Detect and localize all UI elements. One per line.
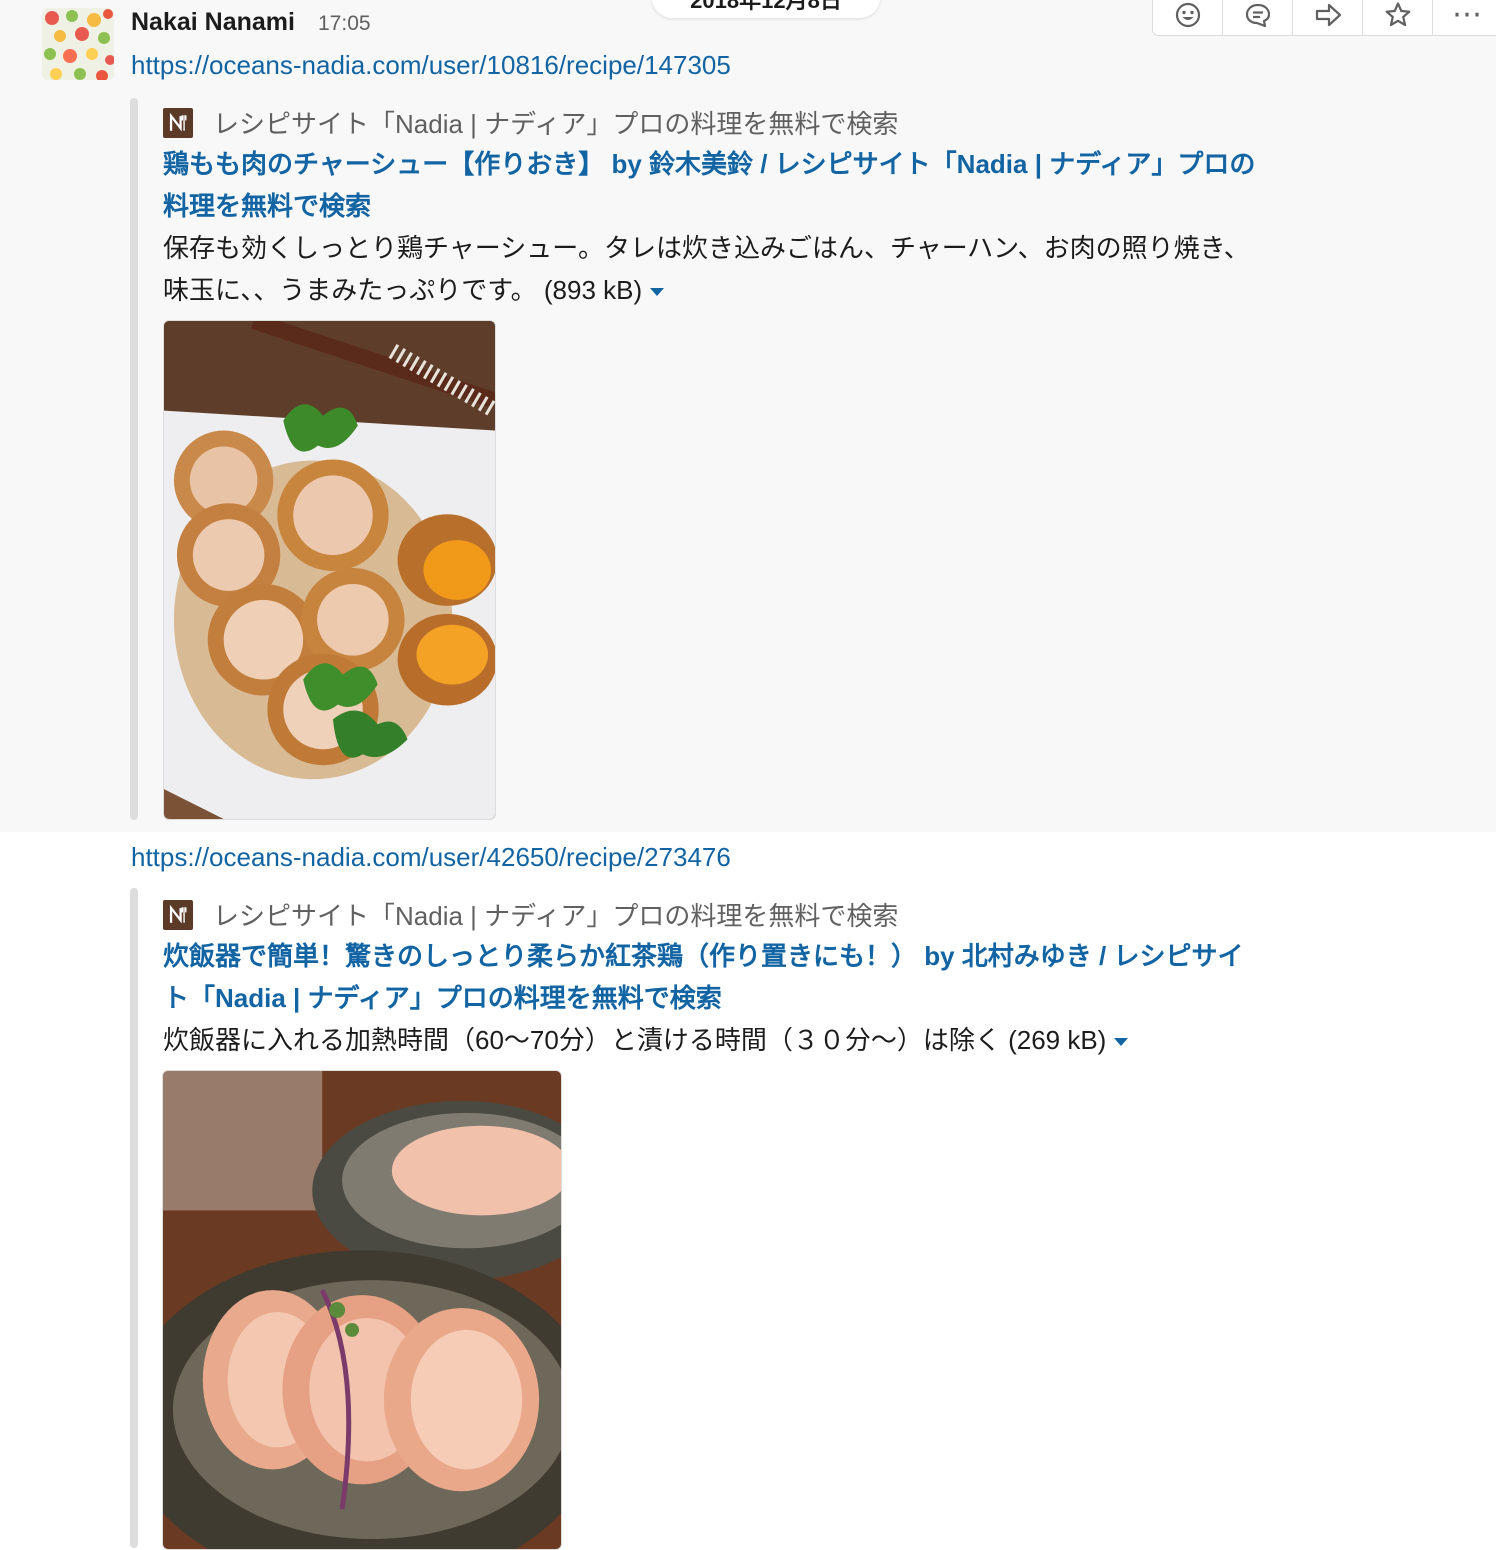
avatar[interactable] [42, 8, 114, 80]
expand-caret-icon[interactable] [1114, 1038, 1129, 1047]
service-name: レシピサイト「Nadia | ナディア」プロの料理を無料で検索 [213, 109, 899, 139]
share-message-button[interactable] [1293, 0, 1363, 35]
attachment-description: 保存も効くしっとり鶏チャーシュー。タレは炊き込みごはん、チャーハン、お肉の照り焼… [163, 227, 1263, 311]
attachment-border [130, 888, 138, 1548]
chicken-chashu-photo [164, 321, 495, 819]
expand-caret-icon[interactable] [650, 288, 665, 297]
file-size: (269 kB) [1008, 1025, 1107, 1055]
add-reaction-button[interactable] [1153, 0, 1223, 35]
attachment-title-link[interactable]: 炊飯器で簡単！驚きのしっとり柔らか紅茶鶏（作り置きにも！） by 北村みゆき /… [163, 935, 1263, 1019]
service-name: レシピサイト「Nadia | ナディア」プロの料理を無料で検索 [213, 901, 899, 931]
share-arrow-icon [1315, 3, 1341, 27]
attachment-description: 炊飯器に入れる加熱時間（60〜70分）と漬ける時間（３０分〜）は除く (269 … [163, 1019, 1263, 1061]
black-tea-chicken-photo [163, 1071, 561, 1549]
fruit-pattern-avatar-icon [42, 8, 114, 80]
message-actions-toolbar: ⋯ [1152, 0, 1496, 36]
message-timestamp[interactable]: 17:05 [318, 12, 371, 36]
more-dots-icon: ⋯ [1452, 0, 1484, 31]
nadia-logo-icon [163, 107, 193, 138]
emoji-icon [1175, 2, 1200, 28]
date-divider[interactable]: 2018年12月8日 [652, 0, 880, 18]
attachment-service: レシピサイト「Nadia | ナディア」プロの料理を無料で検索 [163, 104, 898, 141]
sender-name[interactable]: Nakai Nanami [131, 8, 295, 37]
save-star-button[interactable] [1363, 0, 1433, 35]
description-text: 炊飯器に入れる加熱時間（60〜70分）と漬ける時間（３０分〜）は除く [163, 1025, 1001, 1055]
attachment-title-link[interactable]: 鶏もも肉のチャーシュー【作りおき】 by 鈴木美鈴 / レシピサイト「Nadia… [163, 143, 1263, 227]
attachment-image[interactable] [163, 320, 496, 820]
message-link[interactable]: https://oceans-nadia.com/user/42650/reci… [131, 842, 731, 873]
attachment-service: レシピサイト「Nadia | ナディア」プロの料理を無料で検索 [163, 896, 898, 933]
description-text: 保存も効くしっとり鶏チャーシュー。タレは炊き込みごはん、チャーハン、お肉の照り焼… [163, 233, 1250, 305]
nadia-logo-icon [163, 899, 193, 930]
more-actions-button[interactable]: ⋯ [1433, 0, 1496, 35]
attachment-image[interactable] [162, 1070, 562, 1550]
message-link[interactable]: https://oceans-nadia.com/user/10816/reci… [131, 50, 731, 81]
star-icon [1385, 2, 1410, 27]
speech-bubble-icon [1245, 3, 1270, 28]
reply-in-thread-button[interactable] [1223, 0, 1293, 35]
attachment-border [130, 98, 138, 820]
file-size: (893 kB) [543, 275, 643, 305]
